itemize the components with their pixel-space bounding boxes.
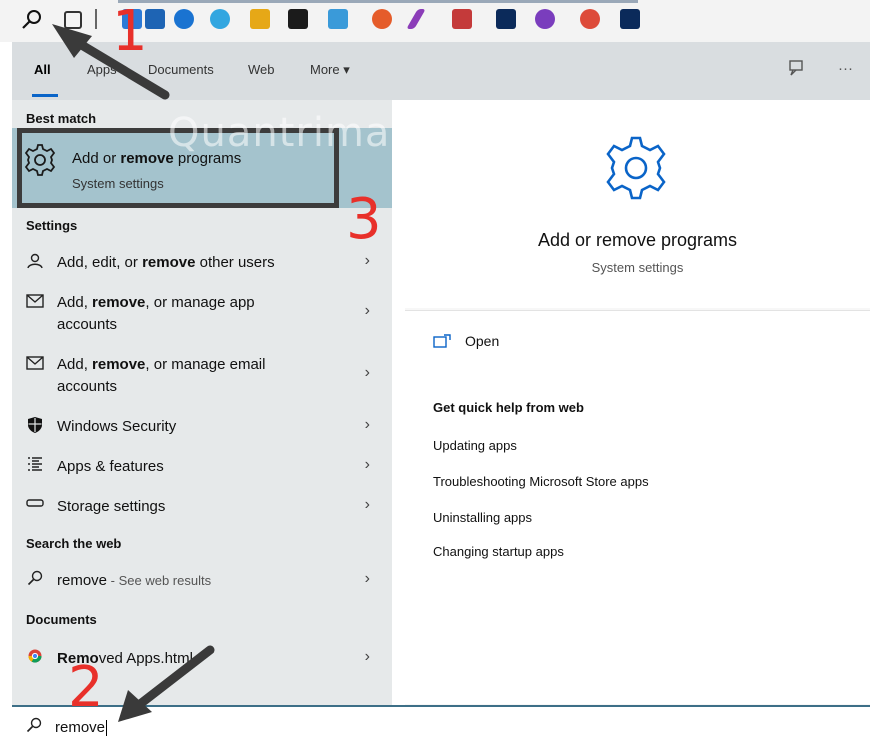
open-icon — [433, 334, 451, 348]
settings-item-label: Add, remove, or manage app accounts — [57, 292, 255, 336]
photoshop-icon[interactable] — [620, 9, 640, 29]
best-match-heading: Best match — [26, 111, 97, 126]
label-line2: accounts — [57, 316, 118, 333]
divider-icon — [95, 9, 97, 29]
tab-more[interactable]: More ▾ — [310, 62, 350, 78]
tab-web[interactable]: Web — [248, 62, 275, 77]
chevron-right-icon: › — [364, 570, 370, 587]
web-result-label: remove - See web results — [57, 570, 211, 592]
label-highlight: remove — [92, 356, 146, 373]
chevron-right-icon: › — [364, 496, 370, 513]
shield-icon[interactable] — [452, 9, 472, 29]
documents-heading: Documents — [26, 612, 97, 627]
label-highlight: remove — [92, 294, 146, 311]
label-post: other users — [195, 254, 275, 271]
photoshop-icon[interactable] — [496, 9, 516, 29]
preview-panel: Add or remove programs System settings O… — [405, 100, 870, 705]
label-post: , or manage email — [145, 356, 266, 373]
web-result-suffix: - See web results — [107, 573, 212, 588]
gear-icon — [606, 136, 666, 200]
step-number-3: 3 — [346, 187, 382, 252]
folder-icon[interactable] — [250, 9, 270, 29]
chevron-right-icon: › — [364, 364, 370, 381]
person-icon — [26, 252, 44, 270]
text-caret — [106, 720, 108, 737]
settings-item-label: Add, remove, or manage email accounts — [57, 354, 265, 398]
label-highlight: remove — [142, 254, 196, 271]
chrome-icon — [26, 649, 44, 667]
help-link-uninstalling[interactable]: Uninstalling apps — [433, 510, 532, 525]
shield-icon — [26, 416, 44, 434]
search-icon[interactable] — [20, 8, 44, 32]
search-input[interactable]: remove — [55, 719, 108, 737]
preview-header: Add or remove programs System settings — [405, 100, 870, 308]
search-web-heading: Search the web — [26, 536, 122, 551]
search-box[interactable]: remove — [12, 705, 870, 745]
label-pre: Add, — [57, 294, 93, 311]
tab-all[interactable]: All — [34, 62, 51, 77]
task-view-icon[interactable] — [64, 11, 82, 29]
search-icon — [26, 570, 44, 588]
chrome-icon[interactable] — [372, 9, 392, 29]
pen-icon[interactable] — [406, 9, 426, 29]
doc-post: ved Apps.ht — [98, 650, 178, 667]
label-line2: accounts — [57, 378, 118, 395]
chevron-right-icon: › — [364, 252, 370, 269]
settings-item-apps-features[interactable]: Apps & features › — [12, 454, 392, 480]
settings-item-storage[interactable]: Storage settings › — [12, 494, 392, 520]
chevron-right-icon: › — [364, 416, 370, 433]
viber-icon[interactable] — [535, 9, 555, 29]
label-pre: Add, edit, or — [57, 254, 143, 271]
help-link-updating-apps[interactable]: Updating apps — [433, 438, 517, 453]
taskbar-indicator — [118, 0, 638, 3]
step-number-2: 2 — [68, 655, 104, 720]
settings-heading: Settings — [26, 218, 78, 233]
web-result-item[interactable]: remove - See web results › — [12, 568, 392, 594]
storage-icon — [26, 496, 44, 514]
preview-subtitle: System settings — [591, 260, 684, 275]
ie-icon[interactable] — [210, 9, 230, 29]
help-link-troubleshooting[interactable]: Troubleshooting Microsoft Store apps — [433, 474, 649, 489]
more-options-button[interactable]: ··· — [838, 60, 853, 77]
step-number-1: 1 — [112, 0, 148, 64]
active-tab-indicator — [32, 94, 58, 97]
chevron-right-icon: › — [364, 302, 370, 319]
edge-icon[interactable] — [174, 9, 194, 29]
open-label: Open — [465, 333, 500, 349]
settings-item-label: Storage settings — [57, 498, 166, 515]
settings-item-app-accounts[interactable]: Add, remove, or manage app accounts › — [12, 290, 392, 340]
feedback-icon[interactable] — [787, 58, 807, 78]
watermark: Quantrimang — [168, 110, 444, 156]
results-panel: Best match Add or remove programs System… — [12, 100, 392, 705]
web-result-term: remove — [57, 572, 108, 589]
open-action[interactable]: Open — [405, 310, 870, 375]
chrome-icon[interactable] — [580, 9, 600, 29]
settings-item-email-accounts[interactable]: Add, remove, or manage email accounts › — [12, 352, 392, 402]
settings-item-label: Apps & features — [57, 458, 164, 475]
quick-help-heading: Get quick help from web — [433, 400, 584, 415]
list-icon — [26, 456, 44, 474]
network-icon[interactable] — [328, 9, 348, 29]
label-pre: Add, — [57, 356, 93, 373]
settings-item-label: Windows Security — [57, 418, 177, 435]
help-link-startup[interactable]: Changing startup apps — [433, 544, 564, 559]
settings-item-windows-security[interactable]: Windows Security › — [12, 414, 392, 440]
bag-icon[interactable] — [288, 9, 308, 29]
quick-help-section: Get quick help from web Updating apps Tr… — [405, 374, 870, 704]
search-input-value: remove — [55, 719, 106, 736]
doc-tail: ml — [177, 650, 193, 667]
mail-icon — [26, 294, 44, 312]
chevron-right-icon: › — [364, 456, 370, 473]
tab-documents[interactable]: Documents — [148, 62, 214, 77]
search-icon — [26, 717, 42, 733]
mail-icon — [26, 356, 44, 374]
chevron-right-icon: › — [364, 648, 370, 665]
preview-title: Add or remove programs — [537, 230, 738, 250]
tab-apps[interactable]: Apps — [87, 62, 117, 77]
settings-item-users[interactable]: Add, edit, or remove other users › — [12, 250, 392, 276]
label-post: , or manage app — [145, 294, 255, 311]
store-icon[interactable] — [145, 9, 165, 29]
settings-item-label: Add, edit, or remove other users — [57, 252, 275, 274]
